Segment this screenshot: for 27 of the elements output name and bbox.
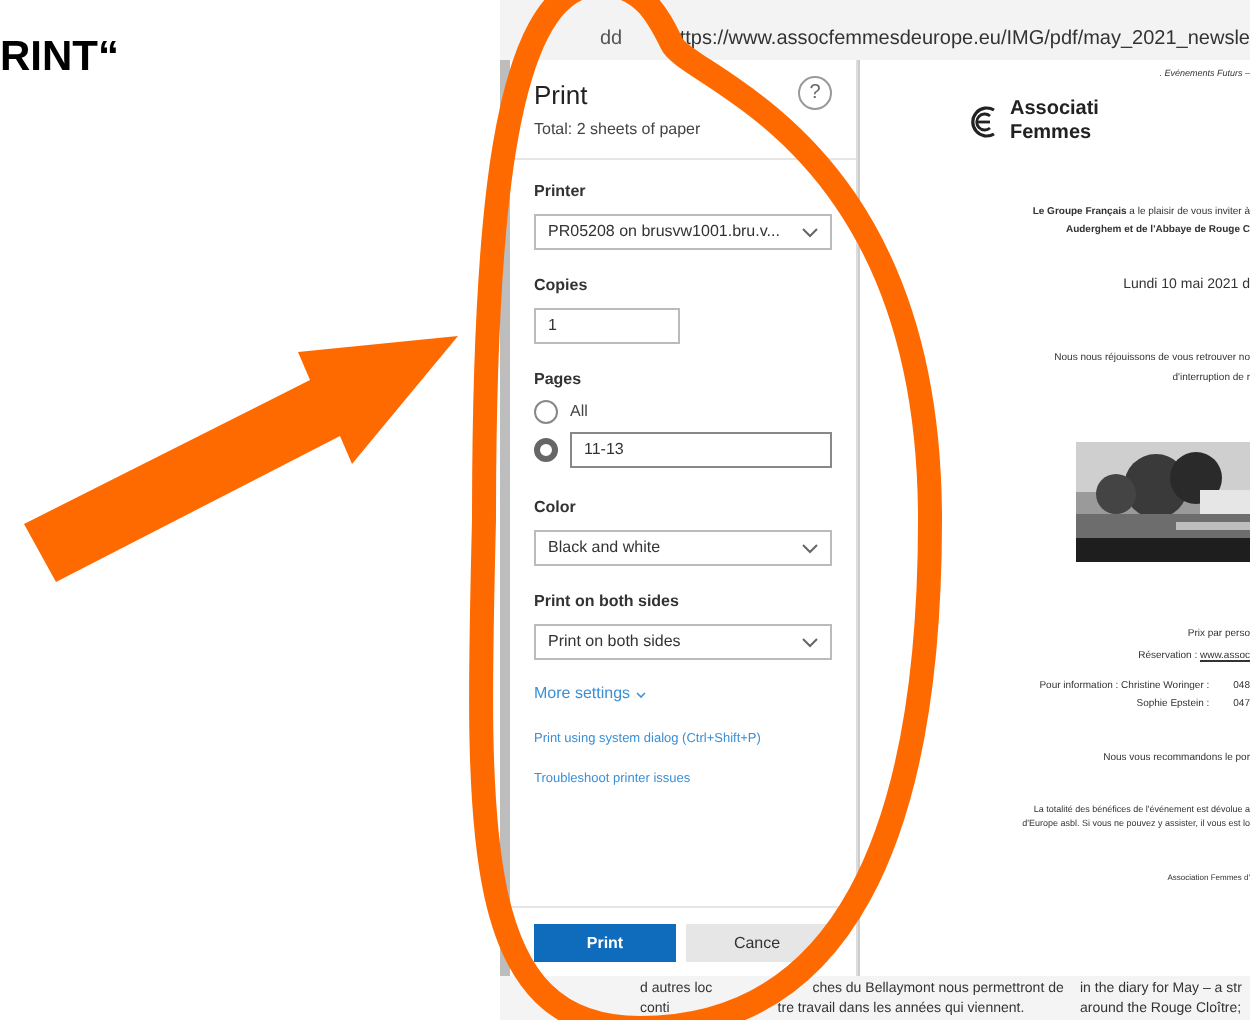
print-button[interactable]: Print	[534, 924, 676, 962]
logo-text: Associati	[1010, 97, 1099, 122]
color-dropdown[interactable]: Black and white	[534, 530, 832, 567]
sheet-count: Total: 2 sheets of paper	[534, 118, 701, 143]
chevron-down-icon	[802, 543, 818, 554]
radio-button[interactable]	[534, 438, 558, 463]
page-range-field[interactable]: 11-13	[570, 432, 832, 469]
chevron-down-icon	[802, 637, 818, 648]
duplex-dropdown[interactable]: Print on both sides	[534, 624, 832, 661]
field-label: Copies	[534, 274, 590, 299]
tab-label: dd	[600, 25, 625, 54]
radio-button[interactable]	[534, 400, 558, 425]
more-settings-link[interactable]: More settings	[534, 682, 832, 707]
chevron-down-icon	[636, 691, 647, 698]
logo-icon	[970, 105, 998, 138]
logo-text: Femmes	[1010, 121, 1094, 146]
field-label: Print on both sides	[534, 590, 681, 615]
caption-text: RINT“	[0, 36, 121, 78]
field-label: Color	[534, 496, 578, 521]
chevron-down-icon	[802, 227, 818, 238]
printer-dropdown[interactable]: PR05208 on brusvw1001.bru.v...	[534, 214, 832, 251]
field-label: Pages	[534, 368, 584, 393]
option-label: All	[570, 400, 588, 425]
help-button[interactable]: ?	[798, 75, 832, 110]
panel-title: Print	[534, 77, 590, 114]
field-label: Printer	[534, 180, 588, 205]
copies-field[interactable]: 1	[534, 308, 680, 345]
